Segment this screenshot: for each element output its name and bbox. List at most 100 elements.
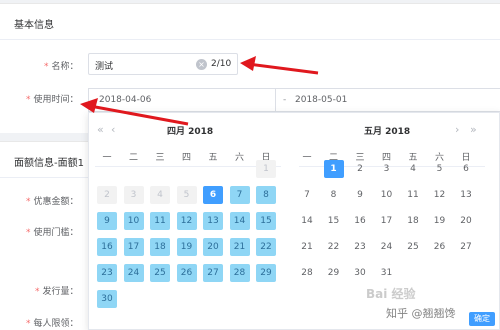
may-day-cell[interactable]: 21 bbox=[297, 238, 317, 256]
char-counter: 2/10 bbox=[211, 59, 232, 69]
required-mark: * bbox=[26, 319, 31, 329]
may-day-cell[interactable]: 24 bbox=[377, 238, 397, 256]
april-day-cell[interactable]: 23 bbox=[97, 264, 117, 282]
date-range-picker: « ‹ 四月 2018 五月 2018 › » 一二三四五六日 一二三四五六日 … bbox=[88, 112, 500, 330]
april-day-cell[interactable]: 22 bbox=[256, 238, 276, 256]
april-day-cell[interactable]: 29 bbox=[256, 264, 276, 282]
required-mark: * bbox=[44, 62, 49, 72]
may-day-cell[interactable]: 9 bbox=[350, 186, 370, 204]
zhihu-watermark: 知乎 @翘翘馋 bbox=[386, 307, 456, 320]
clear-icon[interactable]: × bbox=[196, 59, 207, 70]
label-usage-time: * 使用时间： bbox=[26, 92, 79, 105]
weekday-label: 六 bbox=[234, 153, 244, 163]
april-day-cell[interactable]: 2 bbox=[97, 186, 117, 204]
label-discount: * 优惠金额： bbox=[26, 194, 79, 207]
may-day-cell[interactable]: 5 bbox=[430, 160, 450, 178]
right-month-title: 五月 2018 bbox=[364, 127, 411, 137]
section-title-quota: 面额信息-面额1 bbox=[14, 158, 84, 169]
may-day-cell[interactable]: 1 bbox=[323, 160, 344, 178]
confirm-button[interactable]: 确定 bbox=[469, 312, 495, 326]
may-day-cell[interactable]: 16 bbox=[350, 212, 370, 230]
april-day-cell[interactable]: 25 bbox=[150, 264, 170, 282]
may-day-cell[interactable]: 29 bbox=[324, 264, 344, 282]
april-day-cell[interactable]: 11 bbox=[150, 212, 170, 230]
start-date-field[interactable]: 2018-04-06 bbox=[99, 95, 151, 105]
may-day-cell[interactable]: 25 bbox=[403, 238, 423, 256]
may-day-cell[interactable]: 18 bbox=[403, 212, 423, 230]
april-day-cell[interactable]: 7 bbox=[229, 186, 250, 204]
may-day-cell[interactable]: 30 bbox=[350, 264, 370, 282]
may-day-cell[interactable]: 23 bbox=[350, 238, 370, 256]
may-day-cell[interactable]: 14 bbox=[297, 212, 317, 230]
required-mark: * bbox=[26, 95, 31, 105]
may-day-cell[interactable]: 31 bbox=[377, 264, 397, 282]
april-day-cell[interactable]: 14 bbox=[229, 212, 250, 230]
april-day-cell[interactable]: 19 bbox=[176, 238, 197, 256]
label-discount-text: 优惠金额： bbox=[33, 197, 79, 207]
may-day-cell[interactable]: 26 bbox=[430, 238, 450, 256]
may-day-cell[interactable]: 4 bbox=[403, 160, 423, 178]
april-day-cell[interactable]: 17 bbox=[123, 238, 144, 256]
may-day-cell[interactable]: 6 bbox=[456, 160, 476, 178]
april-day-cell[interactable]: 8 bbox=[256, 186, 276, 204]
april-day-cell[interactable]: 12 bbox=[176, 212, 197, 230]
weekday-label: 一 bbox=[102, 153, 112, 163]
may-day-cell[interactable]: 3 bbox=[377, 160, 397, 178]
may-day-cell[interactable]: 28 bbox=[297, 264, 317, 282]
label-name-text: 名称： bbox=[51, 62, 79, 72]
prev-year-button[interactable]: « bbox=[97, 123, 104, 136]
may-day-cell[interactable]: 15 bbox=[324, 212, 344, 230]
name-input[interactable]: 测试 × 2/10 bbox=[88, 53, 238, 75]
end-date-field[interactable]: 2018-05-01 bbox=[295, 95, 347, 105]
april-day-cell[interactable]: 5 bbox=[176, 186, 197, 204]
may-day-cell[interactable]: 13 bbox=[456, 186, 476, 204]
may-day-cell[interactable]: 20 bbox=[456, 212, 476, 230]
april-day-cell[interactable]: 28 bbox=[229, 264, 250, 282]
may-day-cell[interactable]: 27 bbox=[456, 238, 476, 256]
may-day-cell[interactable]: 17 bbox=[377, 212, 397, 230]
weekday-label: 三 bbox=[155, 153, 165, 163]
may-day-cell[interactable]: 11 bbox=[403, 186, 423, 204]
prev-month-button[interactable]: ‹ bbox=[111, 123, 115, 136]
may-day-cell[interactable]: 22 bbox=[324, 238, 344, 256]
label-usage-time-text: 使用时间： bbox=[33, 95, 79, 105]
may-day-cell[interactable]: 10 bbox=[377, 186, 397, 204]
label-threshold-text: 使用门槛： bbox=[33, 228, 79, 238]
april-day-cell[interactable]: 26 bbox=[176, 264, 197, 282]
required-mark: * bbox=[26, 228, 31, 238]
may-day-cell[interactable]: 7 bbox=[297, 186, 317, 204]
label-issue-text: 发行量： bbox=[42, 287, 79, 297]
label-issue: * 发行量： bbox=[35, 284, 79, 297]
april-day-cell[interactable]: 20 bbox=[203, 238, 223, 256]
baidu-watermark: Bai 经验 bbox=[366, 287, 416, 301]
may-day-cell[interactable]: 19 bbox=[430, 212, 450, 230]
name-input-value: 测试 bbox=[95, 62, 114, 72]
label-per-person-text: 每人限领： bbox=[33, 319, 79, 329]
april-day-cell[interactable]: 18 bbox=[150, 238, 170, 256]
weekday-label: 四 bbox=[181, 153, 191, 163]
date-range-input[interactable]: 2018-04-06 - 2018-05-01 bbox=[88, 88, 500, 112]
date-divider bbox=[275, 88, 276, 112]
april-day-cell[interactable]: 27 bbox=[203, 264, 223, 282]
april-day-cell[interactable]: 13 bbox=[203, 212, 223, 230]
april-day-cell[interactable]: 24 bbox=[123, 264, 144, 282]
april-day-cell[interactable]: 9 bbox=[97, 212, 117, 230]
april-day-cell[interactable]: 3 bbox=[123, 186, 144, 204]
april-day-cell[interactable]: 30 bbox=[97, 290, 117, 308]
april-day-cell[interactable]: 16 bbox=[97, 238, 117, 256]
next-month-button[interactable]: › bbox=[455, 123, 459, 136]
april-day-cell[interactable]: 1 bbox=[256, 160, 276, 178]
april-day-cell[interactable]: 15 bbox=[256, 212, 276, 230]
next-year-button[interactable]: » bbox=[470, 123, 477, 136]
required-mark: * bbox=[35, 287, 40, 297]
april-day-cell[interactable]: 4 bbox=[150, 186, 170, 204]
april-day-cell[interactable]: 21 bbox=[229, 238, 250, 256]
may-day-cell[interactable]: 12 bbox=[430, 186, 450, 204]
section-title-basic: 基本信息 bbox=[14, 20, 54, 31]
may-day-cell[interactable]: 8 bbox=[324, 186, 344, 204]
april-day-cell[interactable]: 10 bbox=[123, 212, 144, 230]
may-day-cell[interactable]: 2 bbox=[350, 160, 370, 178]
april-day-cell[interactable]: 6 bbox=[203, 186, 223, 204]
required-mark: * bbox=[26, 197, 31, 207]
left-weekday-divider bbox=[95, 166, 281, 167]
